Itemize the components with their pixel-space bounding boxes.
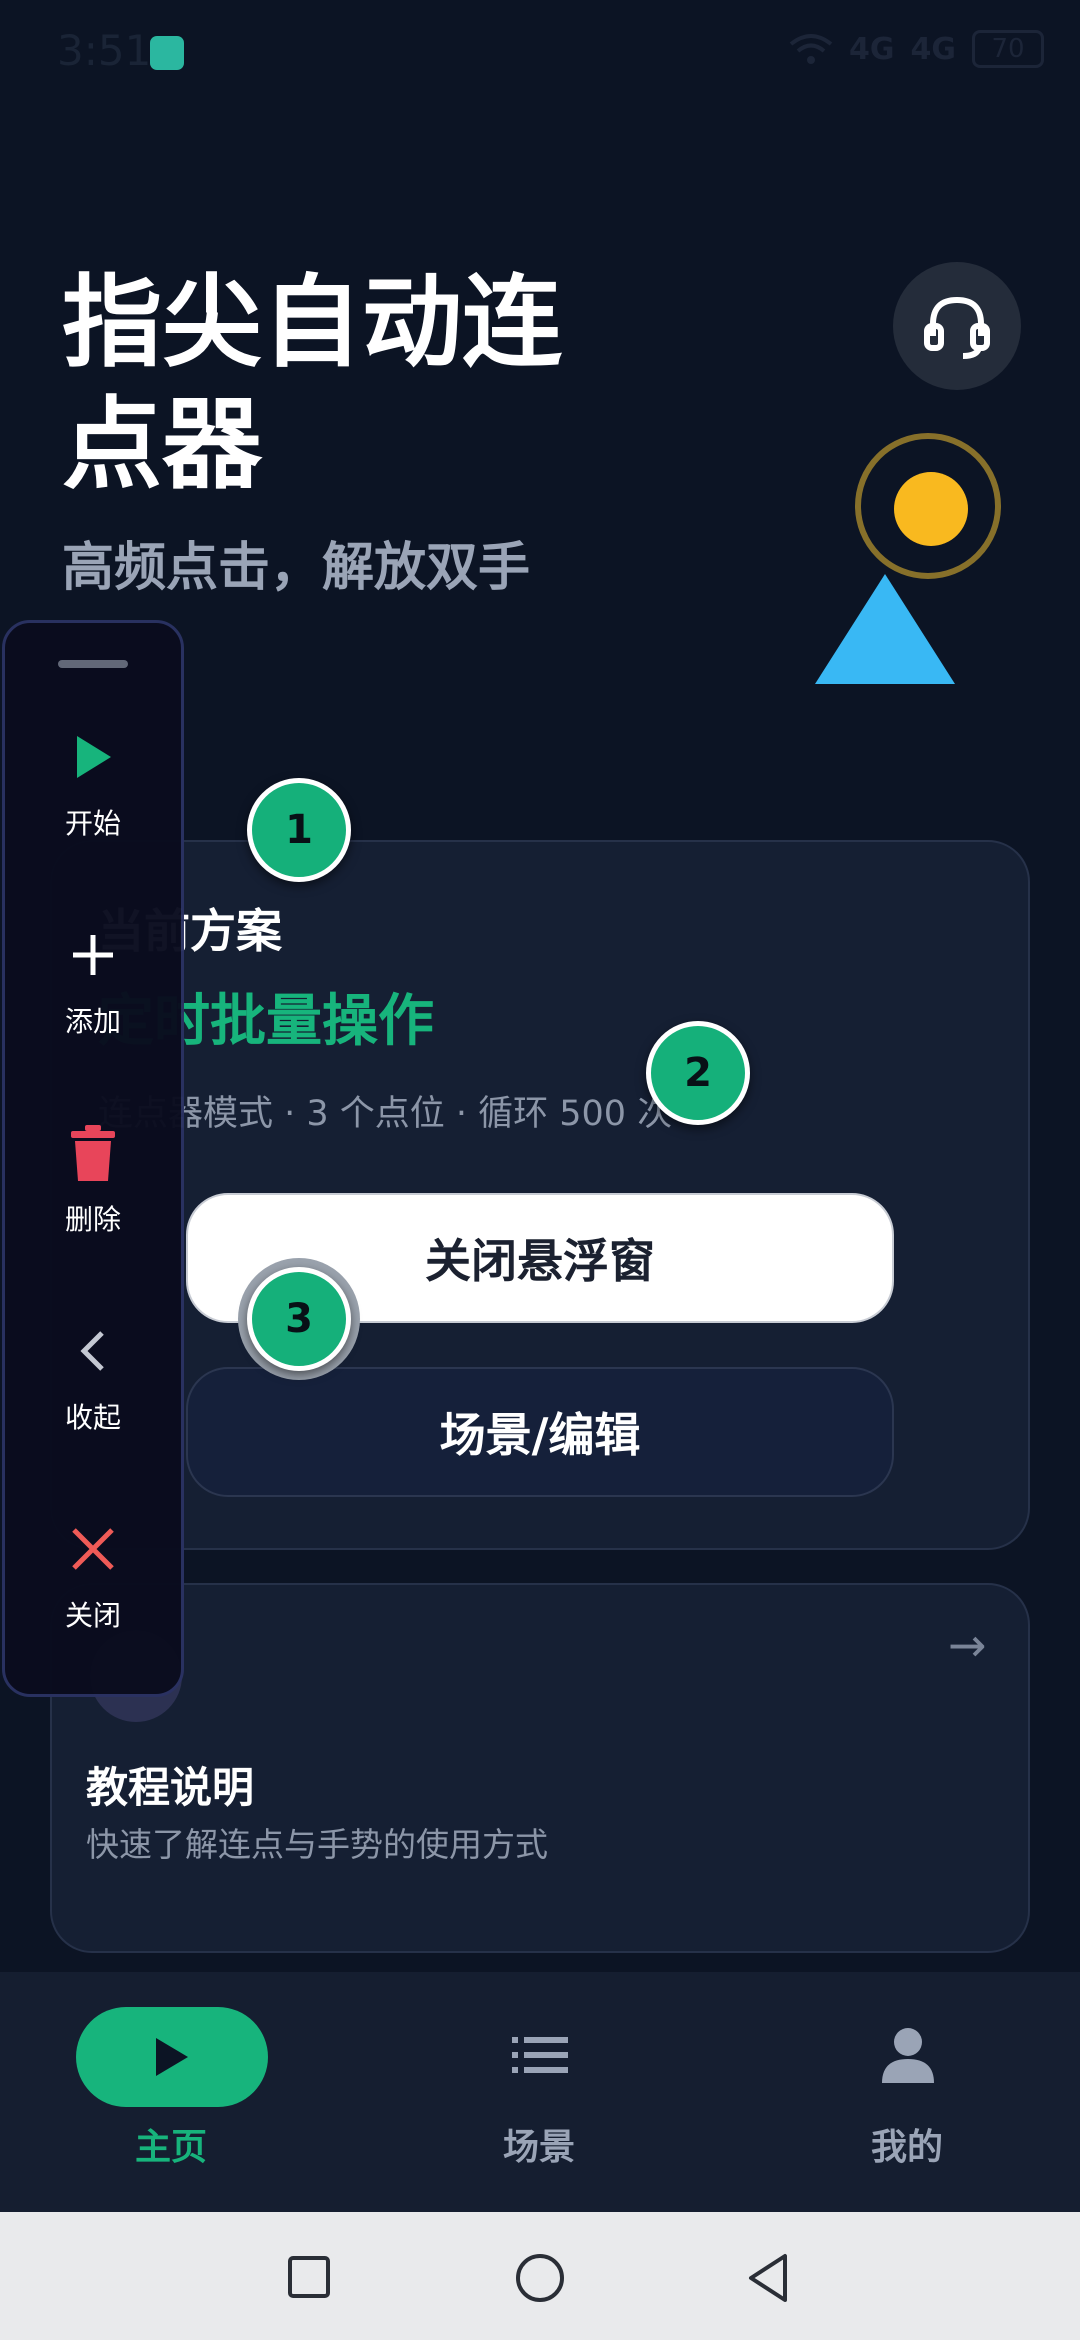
scene-edit-button[interactable]: 场景/编辑 — [186, 1367, 894, 1497]
nav-label-scenes[interactable]: 场景 — [503, 2118, 575, 2170]
chevron-left-icon — [78, 1316, 108, 1386]
floating-toolbar-drag-handle[interactable] — [58, 660, 128, 668]
nav-item-home[interactable] — [76, 2007, 268, 2107]
toolbar-collapse-label: 收起 — [64, 1401, 121, 1434]
close-icon — [70, 1514, 116, 1584]
recent-apps-button[interactable] — [287, 2255, 331, 2303]
toolbar-add-button[interactable]: 添加 — [2, 920, 184, 1040]
trash-icon — [71, 1118, 115, 1188]
toolbar-start-button[interactable]: 开始 — [2, 722, 184, 842]
toolbar-close-label: 关闭 — [64, 1599, 121, 1632]
play-icon — [73, 722, 113, 792]
toolbar-delete-label: 删除 — [64, 1203, 121, 1236]
back-triangle-icon — [749, 2254, 787, 2302]
tap-point-marker-2[interactable]: 2 — [646, 1021, 750, 1125]
toolbar-add-label: 添加 — [64, 1005, 121, 1038]
decorative-triangle — [815, 574, 955, 684]
back-button[interactable] — [745, 2252, 791, 2308]
nav-label-mine[interactable]: 我的 — [871, 2118, 943, 2170]
nav-label-home[interactable]: 主页 — [135, 2118, 207, 2170]
tutorial-description: 快速了解连点与手势的使用方式 — [86, 1825, 548, 1864]
support-button[interactable] — [893, 262, 1021, 390]
toolbar-start-label: 开始 — [64, 807, 121, 840]
battery-icon: 70 — [972, 30, 1044, 68]
status-time: 3:51 — [57, 26, 152, 75]
tap-point-marker-1[interactable]: 1 — [247, 778, 351, 882]
toolbar-delete-button[interactable]: 删除 — [2, 1118, 184, 1238]
app-notification-icon — [150, 36, 184, 70]
home-button[interactable] — [515, 2253, 565, 2307]
circle-icon — [516, 2254, 564, 2302]
arrow-right-icon[interactable]: → — [948, 1618, 987, 1672]
wifi-icon — [789, 34, 833, 64]
list-icon[interactable] — [500, 2020, 580, 2090]
square-icon — [288, 2256, 330, 2298]
toolbar-collapse-button[interactable]: 收起 — [2, 1316, 184, 1436]
decorative-sun-circle — [894, 472, 968, 546]
plan-meta: 连点器模式 · 3 个点位 · 循环 500 次 — [98, 1094, 673, 1134]
signal-1-label: 4G — [849, 31, 895, 67]
user-icon[interactable] — [868, 2020, 948, 2090]
tutorial-title: 教程说明 — [86, 1763, 255, 1812]
tap-point-marker-3[interactable]: 3 — [247, 1267, 351, 1371]
signal-2-label: 4G — [910, 31, 957, 67]
play-icon — [156, 2038, 188, 2076]
status-indicators: 4G 4G 70 — [789, 30, 1044, 68]
headset-icon — [924, 296, 990, 359]
page-subtitle: 高频点击，解放双手 — [62, 538, 531, 598]
toolbar-close-button[interactable]: 关闭 — [2, 1514, 184, 1634]
plus-icon — [69, 920, 117, 990]
page-title: 指尖自动连点器 — [62, 264, 562, 503]
